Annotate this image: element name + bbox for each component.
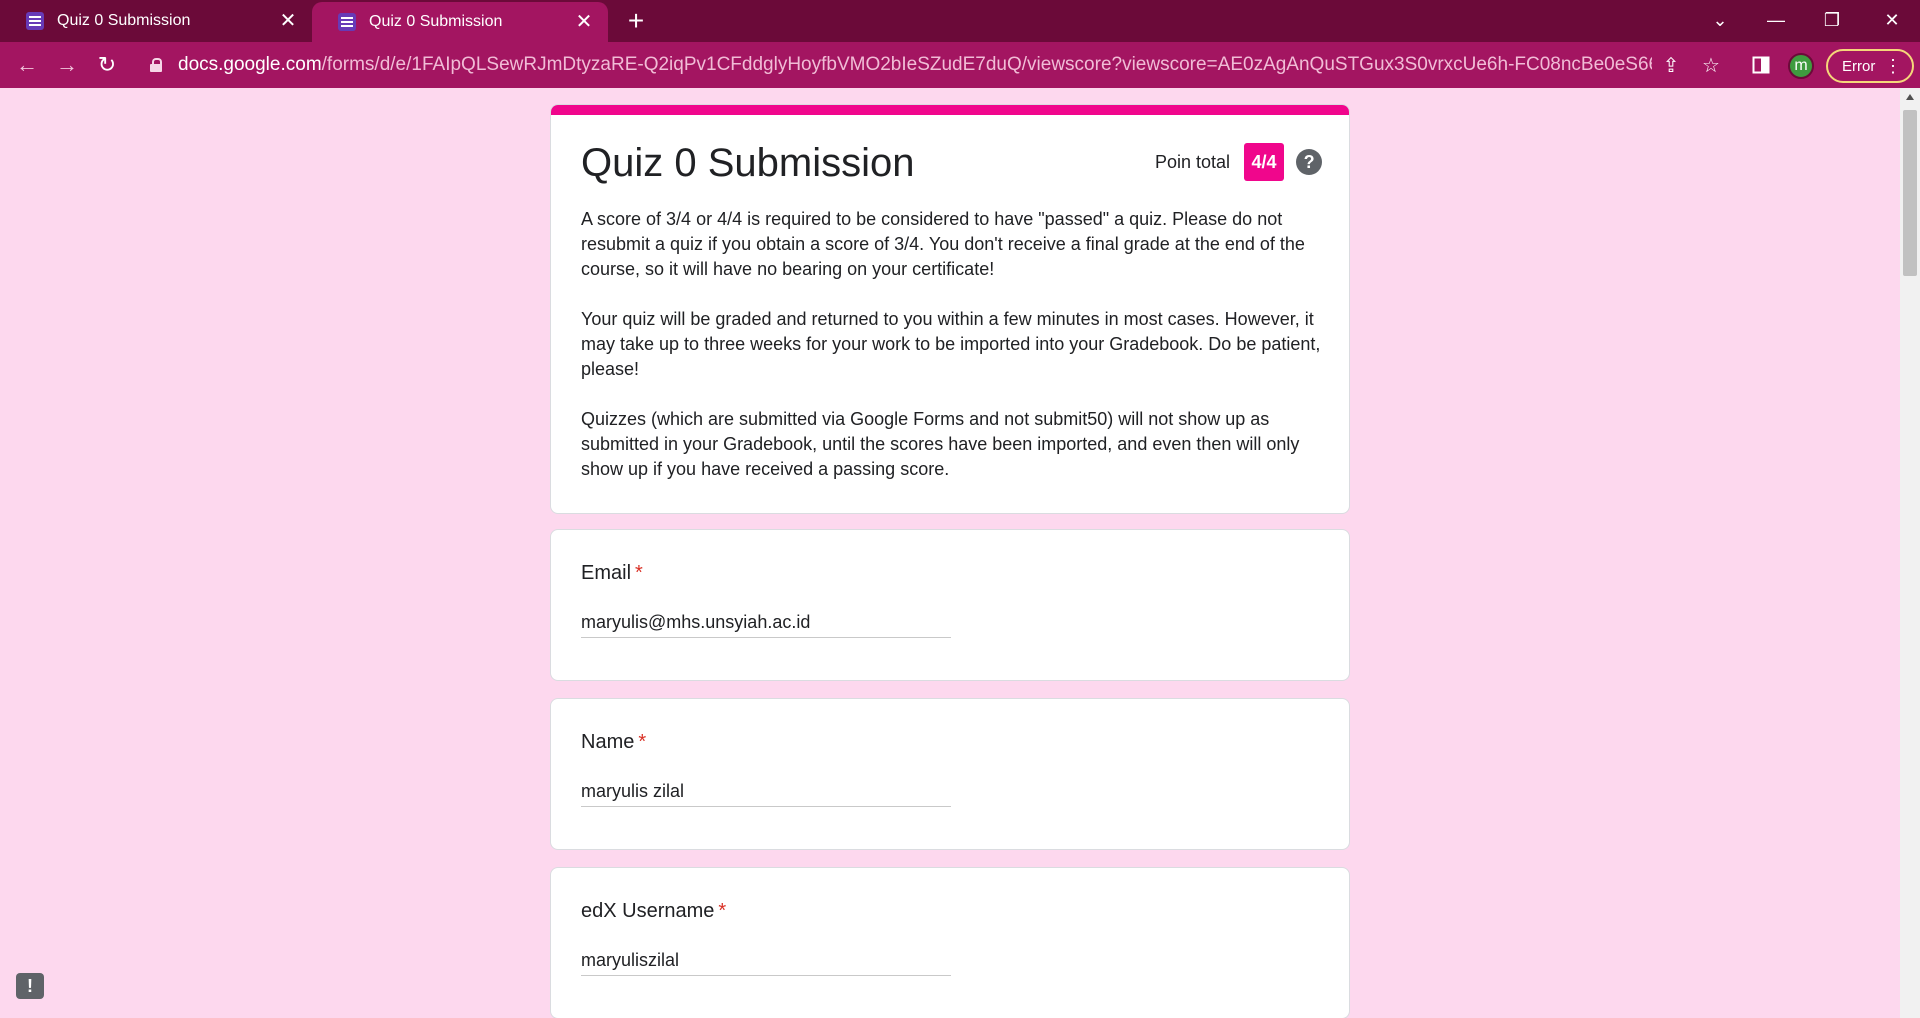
description-paragraph: Quizzes (which are submitted via Google … [581,409,1300,479]
new-tab-plus-icon[interactable]: + [622,7,650,36]
tab-strip: Quiz 0 Submission ✕ Quiz 0 Submission ✕ … [0,0,1920,42]
close-tab-icon[interactable]: ✕ [278,11,298,31]
reload-icon[interactable]: ↻ [92,50,122,80]
page-content: Quiz 0 Submission Poin total 4/4 ? A sco… [0,88,1900,1018]
name-answer: maryulis zilal [581,781,951,807]
tab-quiz-0-submission-1[interactable]: Quiz 0 Submission ✕ [0,0,312,42]
question-label: edX Username [581,900,715,922]
required-asterisk: * [638,731,647,753]
address-bar[interactable]: docs.google.com/forms/d/e/1FAIpQLSewRJmD… [140,47,1756,83]
help-icon[interactable]: ? [1296,149,1323,175]
tab-title: Quiz 0 Submission [369,13,503,30]
description-paragraph: Your quiz will be graded and returned to… [581,309,1321,379]
form-description: A score of 3/4 or 4/4 is required to be … [581,207,1321,507]
required-asterisk: * [718,900,727,922]
url-path: /forms/d/e/1FAIpQLSewRJmDtyzaRE-Q2iqPv1C… [321,54,1652,75]
profile-avatar[interactable]: m [1788,53,1814,79]
scroll-thumb[interactable] [1903,110,1917,276]
url-host: docs.google.com [178,54,322,75]
google-forms-icon [338,13,356,31]
tab-search-chevron-icon[interactable]: ⌄ [1692,0,1748,40]
question-card-email: Email * maryulis@mhs.unsyiah.ac.id [550,529,1350,681]
required-asterisk: * [635,562,643,584]
question-label: Name [581,731,635,753]
question-title: edX Username * [581,900,726,923]
back-arrow-icon[interactable]: ← [12,50,42,80]
email-answer: maryulis@mhs.unsyiah.ac.id [581,612,951,638]
error-label: Error [1842,57,1876,75]
more-menu-icon[interactable]: ⋮ [1884,56,1902,76]
close-tab-icon[interactable]: ✕ [574,12,594,32]
browser-toolbar: ← → ↻ docs.google.com/forms/d/e/1FAIpQLS… [0,42,1920,88]
tab-quiz-0-submission-2[interactable]: Quiz 0 Submission ✕ [312,2,608,42]
url-text[interactable]: docs.google.com/forms/d/e/1FAIpQLSewRJmD… [178,54,1652,76]
restore-icon[interactable]: ❐ [1804,0,1860,40]
bookmark-star-icon[interactable]: ☆ [1698,52,1724,78]
forward-arrow-icon[interactable]: → [52,50,82,80]
share-icon[interactable]: ⇪ [1658,52,1684,78]
side-panel-icon[interactable] [1748,52,1774,78]
google-forms-icon [26,12,44,30]
points-label: Poin total [1155,151,1231,172]
score-badge: 4/4 [1244,143,1285,181]
vertical-scrollbar[interactable] [1900,88,1920,1018]
report-feedback-icon[interactable]: ! [16,973,44,999]
question-label: Email [581,562,632,584]
points-total: Poin total 4/4 ? [1155,143,1323,181]
description-paragraph: A score of 3/4 or 4/4 is required to be … [581,209,1305,279]
edx-username-answer: maryuliszilal [581,950,951,976]
minimize-icon[interactable]: — [1748,0,1804,40]
question-title: Name * [581,731,646,754]
close-window-icon[interactable]: ✕ [1864,0,1920,40]
form-title: Quiz 0 Submission [581,141,915,185]
tab-title: Quiz 0 Submission [57,12,191,29]
question-card-name: Name * maryulis zilal [550,698,1350,850]
question-title: Email * [581,562,643,585]
question-card-edx-username: edX Username * maryuliszilal [550,867,1350,1018]
scroll-up-arrow-icon[interactable] [1906,94,1914,100]
form-header-card: Quiz 0 Submission Poin total 4/4 ? A sco… [550,104,1350,514]
error-button[interactable]: Error ⋮ [1826,49,1914,83]
theme-band [551,105,1349,115]
lock-icon[interactable] [150,58,162,72]
